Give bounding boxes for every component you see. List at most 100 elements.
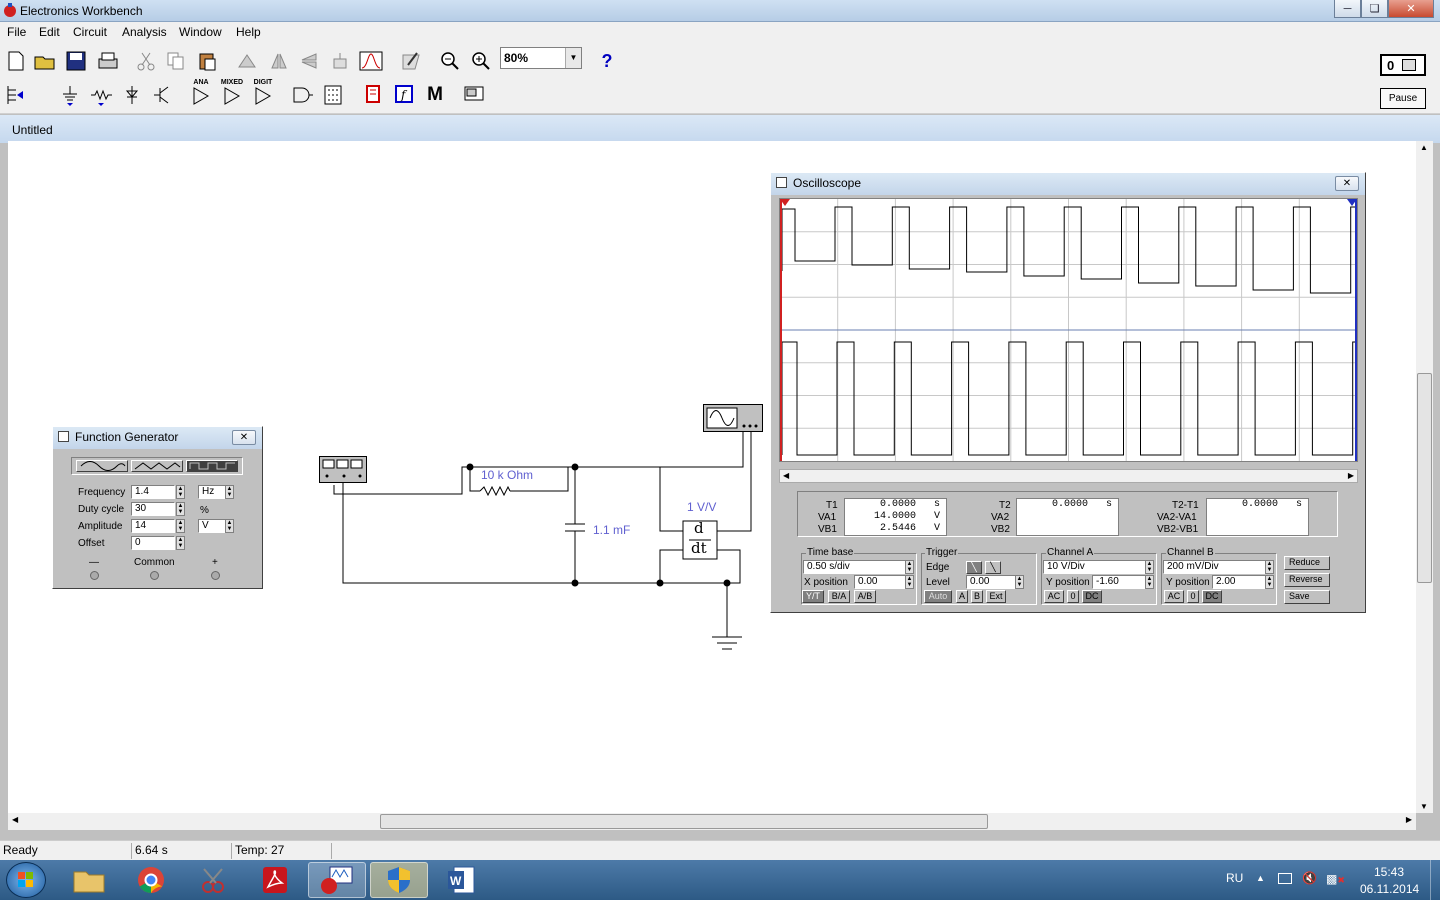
menu-circuit[interactable]: Circuit	[73, 25, 107, 39]
horizontal-scroll-thumb[interactable]	[380, 814, 988, 829]
zoom-out-button[interactable]	[437, 48, 463, 74]
oscilloscope-screen[interactable]	[779, 198, 1371, 462]
amplitude-input[interactable]: 14	[131, 519, 175, 533]
rising-edge-button[interactable]: ╲	[966, 561, 982, 574]
close-button[interactable]: ✕	[1388, 0, 1434, 18]
scroll-down-icon[interactable]: ▼	[1420, 802, 1428, 811]
channel-b-zero-button[interactable]: 0	[1187, 590, 1199, 603]
word-taskbar-icon[interactable]: W	[432, 862, 490, 898]
channel-b-y-position-stepper[interactable]: ▲ ▼	[1265, 575, 1274, 589]
scroll-right-icon[interactable]: ▶	[1406, 815, 1412, 824]
frequency-input[interactable]: 1.4	[131, 485, 175, 499]
offset-stepper[interactable]: ▲ ▼	[176, 536, 185, 550]
show-desktop-button[interactable]	[1430, 860, 1440, 900]
acrobat-taskbar-icon[interactable]	[246, 862, 304, 898]
close-icon[interactable]: ✕	[232, 430, 256, 445]
paste-icon[interactable]	[194, 48, 220, 74]
trigger-level-input[interactable]: 0.00	[966, 575, 1016, 589]
rotate-icon[interactable]	[234, 48, 260, 74]
menu-help[interactable]: Help	[236, 25, 261, 39]
start-button[interactable]	[6, 862, 46, 898]
channel-a-scale-stepper[interactable]: ▲ ▼	[1145, 560, 1154, 574]
menu-window[interactable]: Window	[179, 25, 222, 39]
ab-button[interactable]: A/B	[854, 590, 876, 603]
component-properties-icon[interactable]	[398, 48, 424, 74]
transistors-bin-icon[interactable]	[150, 82, 176, 108]
reverse-button[interactable]: Reverse	[1284, 573, 1330, 587]
zoom-select[interactable]: 80% ▼	[500, 47, 582, 69]
yt-button[interactable]: Y/T	[802, 590, 824, 603]
channel-a-zero-button[interactable]: 0	[1067, 590, 1079, 603]
digital-ics-bin-icon[interactable]: DIGIT	[250, 79, 276, 106]
chrome-taskbar-icon[interactable]	[122, 862, 180, 898]
frequency-stepper[interactable]: ▲ ▼	[176, 485, 185, 499]
amplitude-unit-stepper[interactable]: ▲ ▼	[225, 519, 234, 533]
graph-icon[interactable]	[358, 48, 384, 74]
menu-file[interactable]: File	[7, 25, 26, 39]
save-button[interactable]	[63, 48, 89, 74]
oscilloscope-titlebar[interactable]: Oscilloscope ✕	[771, 173, 1365, 195]
volume-muted-icon[interactable]: 🔇	[1302, 871, 1317, 885]
amplitude-unit-select[interactable]: V	[198, 519, 228, 533]
mixed-ics-bin-icon[interactable]: MIXED	[219, 79, 245, 106]
menu-analysis[interactable]: Analysis	[122, 25, 167, 39]
scroll-left-icon[interactable]: ◀	[783, 471, 789, 480]
menu-edit[interactable]: Edit	[39, 25, 60, 39]
trigger-b-button[interactable]: B	[971, 590, 983, 603]
reduce-button[interactable]: Reduce	[1284, 556, 1330, 570]
action-center-icon[interactable]	[1278, 873, 1292, 884]
falling-edge-button[interactable]: ╲	[985, 561, 1001, 574]
sine-wave-button[interactable]	[76, 460, 128, 472]
screen-scrollbar[interactable]: ◀ ▶	[779, 469, 1358, 483]
triangle-wave-button[interactable]	[131, 460, 183, 472]
channel-b-scale-input[interactable]: 200 mV/Div	[1163, 560, 1266, 574]
minus-terminal[interactable]	[90, 571, 99, 580]
common-terminal[interactable]	[150, 571, 159, 580]
scroll-up-icon[interactable]: ▲	[1420, 143, 1428, 152]
channel-b-scale-stepper[interactable]: ▲ ▼	[1265, 560, 1274, 574]
ba-button[interactable]: B/A	[828, 590, 850, 603]
save-data-button[interactable]: Save	[1284, 590, 1330, 604]
explorer-taskbar-icon[interactable]	[60, 862, 118, 898]
new-button[interactable]	[3, 48, 29, 74]
scroll-right-icon[interactable]: ▶	[1348, 471, 1354, 480]
electronics-workbench-taskbar-icon[interactable]	[308, 862, 366, 898]
channel-b-y-position-input[interactable]: 2.00	[1212, 575, 1266, 589]
clock-date[interactable]: 06.11.2014	[1360, 882, 1419, 896]
help-button[interactable]: ?	[594, 48, 620, 74]
miscellaneous-bin-icon[interactable]: M	[422, 82, 448, 108]
offset-input[interactable]: 0	[131, 536, 175, 550]
trigger-a-button[interactable]: A	[956, 590, 968, 603]
duty-cycle-input[interactable]: 30	[131, 502, 175, 516]
channel-a-y-position-stepper[interactable]: ▲ ▼	[1145, 575, 1154, 589]
subcircuit-icon[interactable]	[327, 48, 353, 74]
security-shield-taskbar-icon[interactable]	[370, 862, 428, 898]
language-indicator[interactable]: RU	[1226, 871, 1243, 885]
close-icon[interactable]: ✕	[1335, 176, 1359, 191]
restore-button[interactable]: ❏	[1361, 0, 1388, 18]
vertical-scrollbar[interactable]: ▲ ▼	[1416, 141, 1433, 813]
trigger-level-stepper[interactable]: ▲ ▼	[1015, 575, 1024, 589]
chevron-down-icon[interactable]: ▼	[565, 48, 581, 68]
flip-vertical-icon[interactable]	[296, 48, 322, 74]
logic-gates-bin-icon[interactable]	[289, 82, 315, 108]
scroll-left-icon[interactable]: ◀	[12, 815, 18, 824]
network-error-icon[interactable]: ▩✖	[1326, 872, 1345, 886]
channel-b-ac-button[interactable]: AC	[1164, 590, 1184, 603]
digital-bin-icon[interactable]	[320, 82, 346, 108]
open-button[interactable]	[32, 48, 58, 74]
print-button[interactable]	[95, 48, 121, 74]
snipping-tool-taskbar-icon[interactable]	[184, 862, 242, 898]
instruments-bin-icon[interactable]	[461, 82, 487, 108]
controls-bin-icon[interactable]: f	[391, 82, 417, 108]
frequency-unit-select[interactable]: Hz	[198, 485, 228, 499]
clock-time[interactable]: 15:43	[1374, 865, 1404, 879]
flip-horizontal-icon[interactable]	[266, 48, 292, 74]
oscilloscope-instrument[interactable]	[703, 404, 763, 432]
time-base-input[interactable]: 0.50 s/div	[803, 560, 906, 574]
channel-a-ac-button[interactable]: AC	[1044, 590, 1064, 603]
amplitude-stepper[interactable]: ▲ ▼	[176, 519, 185, 533]
plus-terminal[interactable]	[211, 571, 220, 580]
pause-button[interactable]: Pause	[1380, 88, 1426, 109]
channel-a-dc-button[interactable]: DC	[1082, 590, 1102, 603]
